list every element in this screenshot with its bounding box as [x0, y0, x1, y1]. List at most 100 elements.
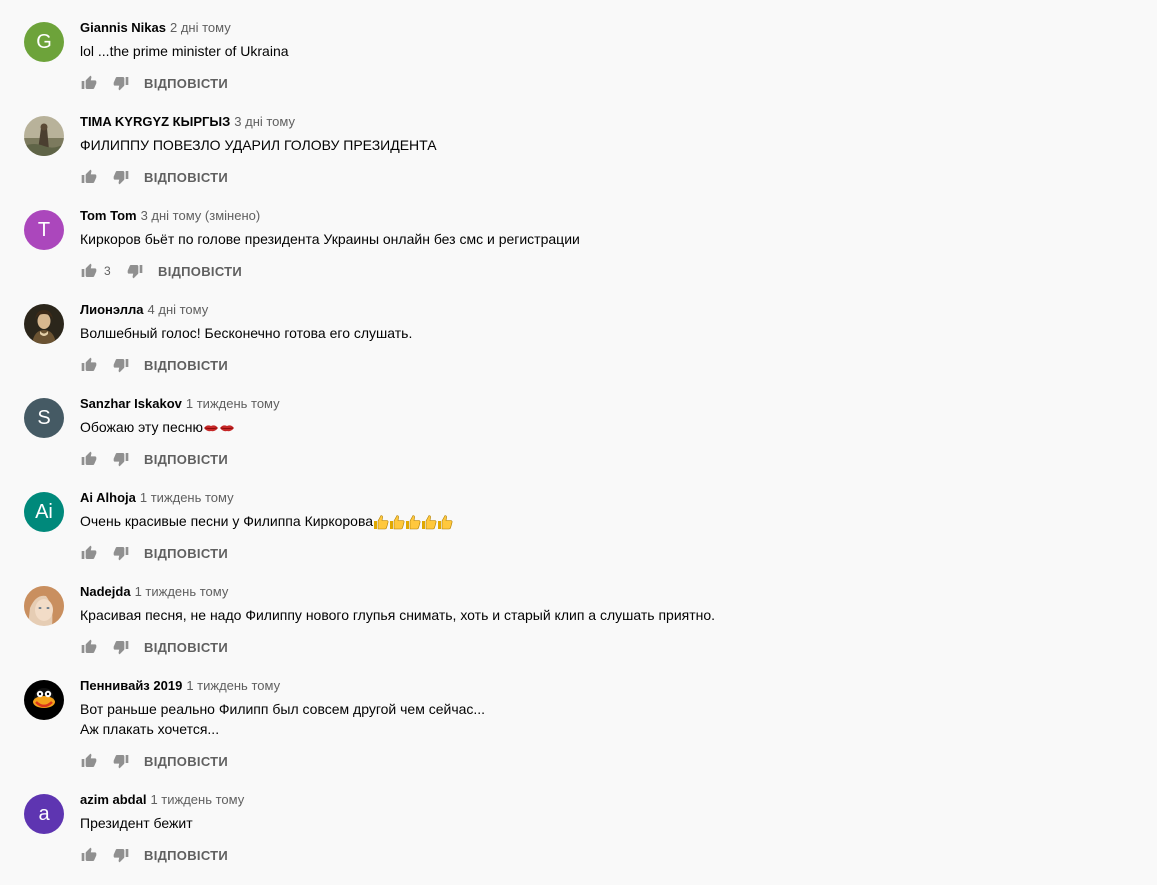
comment-body: azim abdal 1 тиждень тому Президент бежит…	[80, 791, 1144, 863]
comment-text-content: Очень красивые песни у Филиппа Киркорова	[80, 513, 374, 529]
comment-header: Tom Tom 3 дні тому (змінено)	[80, 207, 1144, 225]
thumbs-up-icon	[81, 639, 97, 653]
lips-icon	[203, 425, 218, 432]
avatar[interactable]: G	[24, 22, 64, 62]
comment-header: Пеннивайз 2019 1 тиждень тому	[80, 677, 1144, 695]
comment-timestamp[interactable]: 3 дні тому (змінено)	[141, 208, 261, 223]
thumbs-up-icon	[81, 169, 97, 183]
comment-author[interactable]: Nadejda	[80, 584, 131, 599]
comment-item: Ai Ai Alhoja 1 тиждень тому Очень красивы…	[24, 489, 1144, 583]
comment-author[interactable]: Ai Alhoja	[80, 490, 136, 505]
comment-timestamp[interactable]: 1 тиждень тому	[135, 584, 229, 599]
comment-timestamp[interactable]: 1 тиждень тому	[186, 396, 280, 411]
like-button[interactable]	[80, 752, 98, 770]
like-button[interactable]	[80, 450, 98, 468]
comment-header: Nadejda 1 тиждень тому	[80, 583, 1144, 601]
like-button[interactable]	[80, 638, 98, 656]
comment-body: Ai Alhoja 1 тиждень тому Очень красивые п…	[80, 489, 1144, 561]
avatar-photo	[24, 680, 64, 720]
comment-timestamp[interactable]: 1 тиждень тому	[140, 490, 234, 505]
avatar-photo	[24, 586, 64, 626]
comment-timestamp[interactable]: 1 тиждень тому	[150, 792, 244, 807]
like-button[interactable]	[80, 356, 98, 374]
comment-actions: ВІДПОВІСТИ	[80, 353, 228, 377]
comment-text: Очень красивые песни у Филиппа Киркорова	[80, 511, 1144, 531]
comment-timestamp[interactable]: 2 дні тому	[170, 20, 231, 35]
comment-actions: ВІДПОВІСТИ	[80, 541, 228, 565]
avatar[interactable]	[24, 680, 64, 720]
avatar[interactable]: Ai	[24, 492, 64, 532]
dislike-button[interactable]	[112, 450, 130, 468]
comment-item: Лионэлла 4 дні тому Волшебный голос! Беск…	[24, 301, 1144, 395]
like-button[interactable]	[80, 262, 98, 280]
comment-body: Лионэлла 4 дні тому Волшебный голос! Беск…	[80, 301, 1144, 373]
dislike-button[interactable]	[112, 74, 130, 92]
comment-timestamp[interactable]: 4 дні тому	[148, 302, 209, 317]
avatar[interactable]: S	[24, 398, 64, 438]
dislike-button[interactable]	[112, 544, 130, 562]
dislike-button[interactable]	[126, 262, 144, 280]
like-button[interactable]	[80, 168, 98, 186]
comment-text: Волшебный голос! Бесконечно готова его с…	[80, 325, 413, 341]
comment-author[interactable]: azim abdal	[80, 792, 146, 807]
comment-actions: ВІДПОВІСТИ	[80, 749, 228, 773]
comment-body: Пеннивайз 2019 1 тиждень тому Вот раньше …	[80, 677, 1144, 769]
comment-author[interactable]: Лионэлла	[80, 302, 144, 317]
dislike-button[interactable]	[112, 168, 130, 186]
comment-actions: 3 ВІДПОВІСТИ	[80, 259, 242, 283]
thumbs-up-icon	[81, 545, 97, 559]
comment-author[interactable]: Tom Tom	[80, 208, 137, 223]
reply-button[interactable]: ВІДПОВІСТИ	[144, 754, 228, 769]
avatar-letter: Ai	[35, 500, 53, 523]
comment-actions: ВІДПОВІСТИ	[80, 447, 228, 471]
comment-item: T Tom Tom 3 дні тому (змінено) Киркоров б…	[24, 207, 1144, 301]
reply-button[interactable]: ВІДПОВІСТИ	[144, 848, 228, 863]
thumbs-up-icon	[81, 263, 97, 277]
reply-button[interactable]: ВІДПОВІСТИ	[144, 640, 228, 655]
comment-body: Sanzhar Iskakov 1 тиждень тому Обожаю эту…	[80, 395, 1144, 467]
avatar-letter: T	[37, 218, 51, 241]
thumbs-down-icon	[113, 77, 129, 91]
thumbs-down-icon	[113, 849, 129, 863]
comment-author[interactable]: Giannis Nikas	[80, 20, 166, 35]
comment-author[interactable]: Пеннивайз 2019	[80, 678, 182, 693]
comment-text: Красивая песня, не надо Филиппу нового г…	[80, 607, 716, 623]
avatar[interactable]: a	[24, 794, 64, 834]
like-button[interactable]	[80, 74, 98, 92]
thumbs-up-emoji-icon	[374, 515, 389, 530]
comment-actions: ВІДПОВІСТИ	[80, 635, 228, 659]
comment-timestamp[interactable]: 3 дні тому	[234, 114, 295, 129]
thumbs-down-icon	[113, 171, 129, 185]
dislike-button[interactable]	[112, 752, 130, 770]
comment-text: Обожаю эту песню	[80, 417, 1144, 437]
avatar[interactable]	[24, 116, 64, 156]
thumbs-up-emoji-icon	[406, 515, 421, 530]
dislike-button[interactable]	[112, 356, 130, 374]
comment-header: Ai Alhoja 1 тиждень тому	[80, 489, 1144, 507]
reply-button[interactable]: ВІДПОВІСТИ	[144, 358, 228, 373]
avatar-letter: G	[36, 30, 52, 53]
comment-item: Пеннивайз 2019 1 тиждень тому Вот раньше …	[24, 677, 1144, 791]
reply-button[interactable]: ВІДПОВІСТИ	[158, 264, 242, 279]
comment-text: Киркоров бьёт по голове президента Украи…	[80, 231, 580, 247]
avatar[interactable]	[24, 304, 64, 344]
dislike-button[interactable]	[112, 846, 130, 864]
reply-button[interactable]: ВІДПОВІСТИ	[144, 452, 228, 467]
comment-timestamp[interactable]: 1 тиждень тому	[186, 678, 280, 693]
like-button[interactable]	[80, 544, 98, 562]
thumbs-up-icon	[81, 357, 97, 371]
thumbs-down-icon	[113, 547, 129, 561]
comment-author[interactable]: Sanzhar Iskakov	[80, 396, 182, 411]
reply-button[interactable]: ВІДПОВІСТИ	[144, 546, 228, 561]
thumbs-up-emoji-icon	[438, 515, 453, 530]
like-button[interactable]	[80, 846, 98, 864]
thumbs-down-icon	[113, 641, 129, 655]
avatar[interactable]	[24, 586, 64, 626]
reply-button[interactable]: ВІДПОВІСТИ	[144, 76, 228, 91]
dislike-button[interactable]	[112, 638, 130, 656]
comment-text-content: Обожаю эту песню	[80, 419, 203, 435]
comment-author[interactable]: TIMA KYRGYZ КЫРГЫЗ	[80, 114, 230, 129]
comment-actions: ВІДПОВІСТИ	[80, 843, 228, 867]
reply-button[interactable]: ВІДПОВІСТИ	[144, 170, 228, 185]
avatar[interactable]: T	[24, 210, 64, 250]
